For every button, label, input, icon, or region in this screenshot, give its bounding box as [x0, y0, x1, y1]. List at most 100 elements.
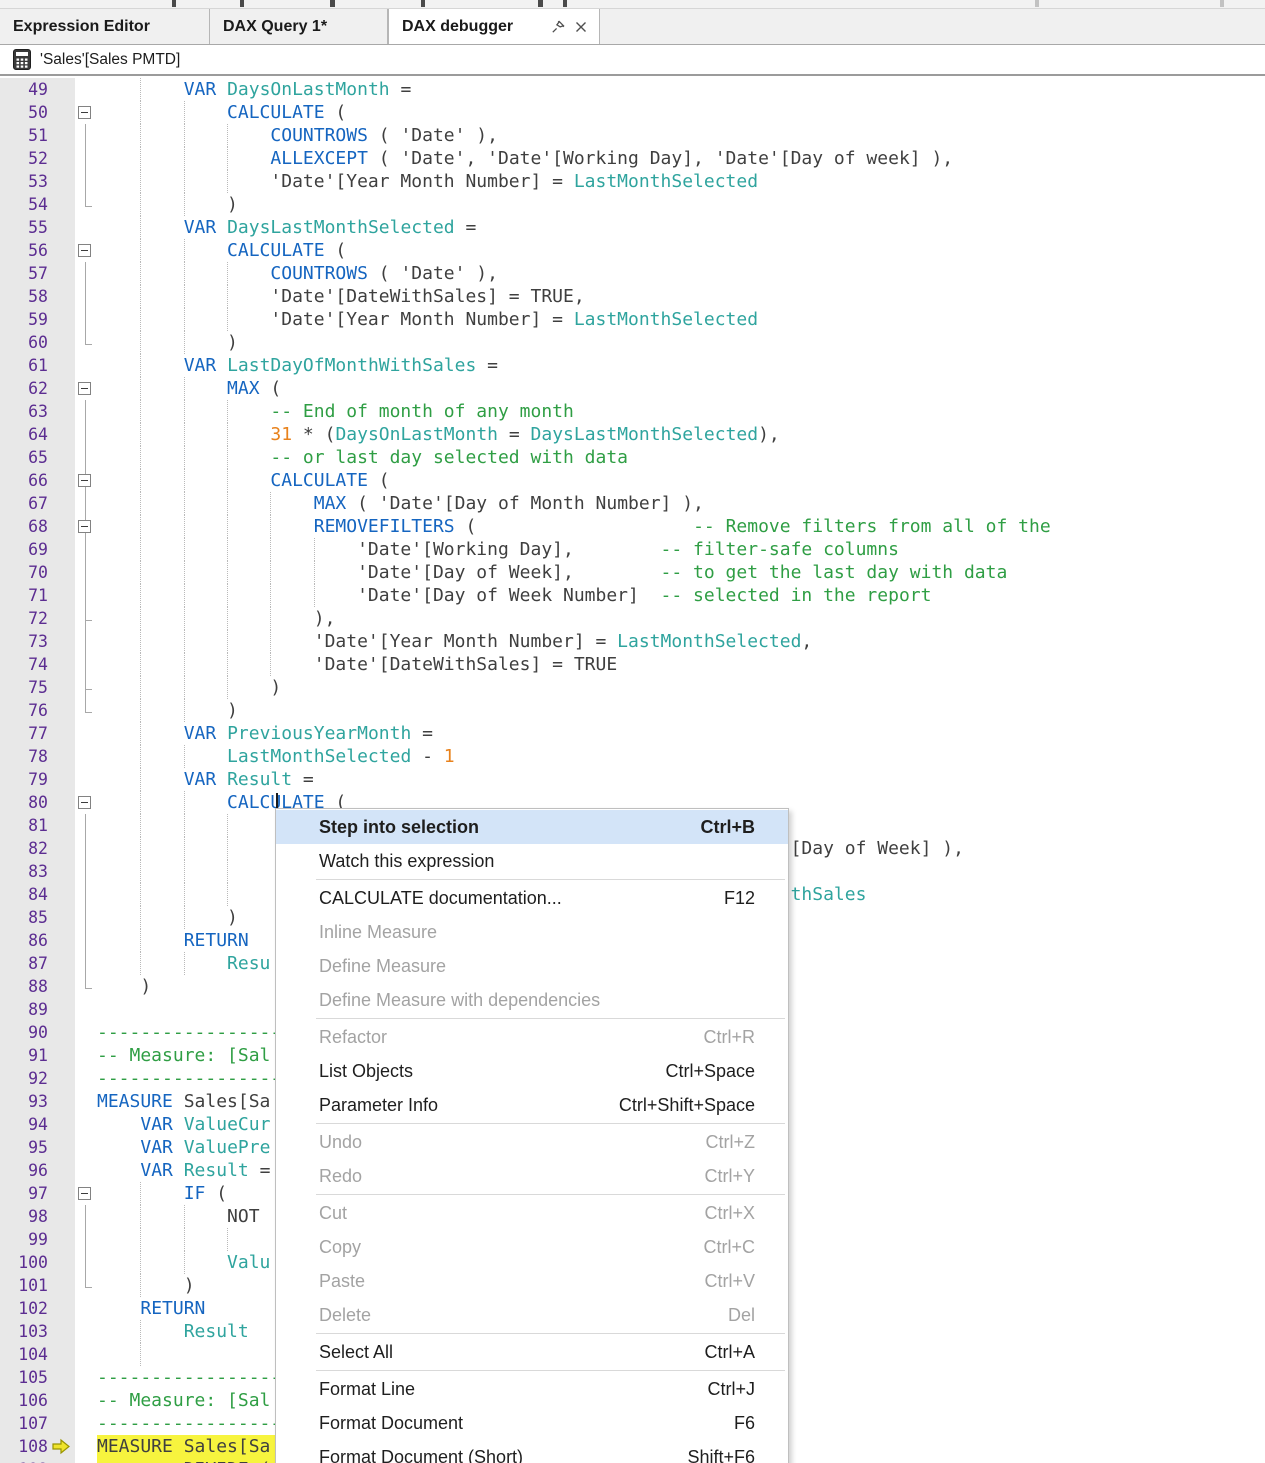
- code-token: thSales: [791, 884, 867, 905]
- menu-item-list-objects[interactable]: List ObjectsCtrl+Space: [276, 1054, 788, 1088]
- fold-margin: [75, 1205, 97, 1228]
- code-line[interactable]: ): [97, 331, 1265, 354]
- menu-item-watch-this-expression[interactable]: Watch this expression: [276, 844, 788, 878]
- code-row: 75 ): [0, 676, 1265, 699]
- line-number: 94: [0, 1113, 75, 1136]
- fold-margin: [75, 1090, 97, 1113]
- code-token: CALCULATE: [270, 470, 368, 491]
- code-line[interactable]: -- or last day selected with data: [97, 446, 1265, 469]
- clipped-toolbar-mark: [172, 0, 176, 7]
- code-line[interactable]: ): [97, 676, 1265, 699]
- line-number: 64: [0, 423, 75, 446]
- code-line[interactable]: 'Date'[Day of Week Number] -- selected i…: [97, 584, 1265, 607]
- line-number: 88: [0, 975, 75, 998]
- code-line[interactable]: -- End of month of any month: [97, 400, 1265, 423]
- pin-icon[interactable]: [550, 19, 566, 35]
- code-line[interactable]: VAR PreviousYearMonth =: [97, 722, 1265, 745]
- fold-margin: [75, 538, 97, 561]
- fold-collapse-box[interactable]: [78, 382, 91, 395]
- fold-margin: [75, 492, 97, 515]
- code-line[interactable]: ),: [97, 607, 1265, 630]
- menu-item-shortcut: Del: [728, 1305, 755, 1326]
- fold-collapse-box[interactable]: [78, 1187, 91, 1200]
- menu-item-parameter-info[interactable]: Parameter InfoCtrl+Shift+Space: [276, 1088, 788, 1122]
- fold-margin: [75, 239, 97, 262]
- code-line[interactable]: CALCULATE (: [97, 469, 1265, 492]
- menu-item-label: Paste: [319, 1271, 365, 1292]
- code-token: DaysOnLastMonth: [335, 424, 498, 445]
- menu-item-step-into-selection[interactable]: Step into selectionCtrl+B: [276, 810, 788, 844]
- clipped-toolbar-mark: [563, 0, 567, 7]
- code-line[interactable]: 'Date'[Working Day], -- filter-safe colu…: [97, 538, 1265, 561]
- menu-item-format-line[interactable]: Format LineCtrl+J: [276, 1372, 788, 1406]
- tab-label: Expression Editor: [13, 18, 150, 36]
- menu-item-shortcut: F6: [734, 1413, 755, 1434]
- indent-guide: [140, 1228, 141, 1251]
- fold-margin: [75, 1458, 97, 1463]
- code-line[interactable]: ALLEXCEPT ( 'Date', 'Date'[Working Day],…: [97, 147, 1265, 170]
- code-line[interactable]: LastMonthSelected - 1: [97, 745, 1265, 768]
- menu-item-format-document[interactable]: Format DocumentF6: [276, 1406, 788, 1440]
- menu-separator: [316, 1333, 785, 1334]
- code-line[interactable]: VAR DaysOnLastMonth =: [97, 78, 1265, 101]
- code-token: [97, 1321, 184, 1342]
- fold-collapse-box[interactable]: [78, 106, 91, 119]
- code-token: (: [455, 516, 693, 537]
- tab-dax-query-1-[interactable]: DAX Query 1*: [210, 9, 388, 44]
- code-line[interactable]: VAR Result =: [97, 768, 1265, 791]
- tab-dax-debugger[interactable]: DAX debugger: [388, 9, 600, 44]
- code-line[interactable]: 'Date'[Year Month Number] = LastMonthSel…: [97, 308, 1265, 331]
- fold-margin: [75, 584, 97, 607]
- code-line[interactable]: MAX (: [97, 377, 1265, 400]
- code-line[interactable]: CALCULATE (: [97, 101, 1265, 124]
- code-token: [216, 723, 227, 744]
- fold-collapse-box[interactable]: [78, 474, 91, 487]
- code-token: -- selected in the report: [661, 585, 932, 606]
- fold-margin: [75, 837, 97, 860]
- menu-item-calculate-documentation-[interactable]: CALCULATE documentation...F12: [276, 881, 788, 915]
- code-line[interactable]: REMOVEFILTERS ( -- Remove filters from a…: [97, 515, 1265, 538]
- clipped-toolbar-mark: [1035, 0, 1039, 7]
- code-token: [97, 217, 184, 238]
- code-line[interactable]: 'Date'[DateWithSales] = TRUE: [97, 653, 1265, 676]
- code-line[interactable]: COUNTROWS ( 'Date' ),: [97, 124, 1265, 147]
- fold-collapse-box[interactable]: [78, 520, 91, 533]
- code-token: [97, 930, 184, 951]
- menu-item-shortcut: Ctrl+Space: [665, 1061, 755, 1082]
- code-line[interactable]: VAR DaysLastMonthSelected =: [97, 216, 1265, 239]
- line-number: 89: [0, 998, 75, 1021]
- code-line[interactable]: 31 * (DaysOnLastMonth = DaysLastMonthSel…: [97, 423, 1265, 446]
- menu-item-format-document-short-[interactable]: Format Document (Short)Shift+F6: [276, 1440, 788, 1463]
- code-line[interactable]: 'Date'[DateWithSales] = TRUE,: [97, 285, 1265, 308]
- fold-collapse-box[interactable]: [78, 796, 91, 809]
- code-line[interactable]: VAR LastDayOfMonthWithSales =: [97, 354, 1265, 377]
- menu-item-label: CALCULATE documentation...: [319, 888, 562, 909]
- code-line[interactable]: COUNTROWS ( 'Date' ),: [97, 262, 1265, 285]
- fold-margin: [75, 1044, 97, 1067]
- fold-margin: [75, 1366, 97, 1389]
- close-icon[interactable]: [573, 19, 589, 35]
- code-line[interactable]: ): [97, 193, 1265, 216]
- code-line[interactable]: CALCULATE (: [97, 239, 1265, 262]
- menu-item-label: Define Measure: [319, 956, 446, 977]
- code-token: -- End of month of any month: [270, 401, 573, 422]
- menu-item-select-all[interactable]: Select AllCtrl+A: [276, 1335, 788, 1369]
- code-line[interactable]: ): [97, 699, 1265, 722]
- fold-collapse-box[interactable]: [78, 244, 91, 257]
- fold-margin: [75, 147, 97, 170]
- code-line[interactable]: 'Date'[Year Month Number] = LastMonthSel…: [97, 630, 1265, 653]
- fold-margin: [75, 814, 97, 837]
- code-token: [97, 79, 184, 100]
- line-number: 103: [0, 1320, 75, 1343]
- menu-item-label: Parameter Info: [319, 1095, 438, 1116]
- line-number: 49: [0, 78, 75, 101]
- code-token: MAX: [227, 378, 260, 399]
- fold-margin: [75, 722, 97, 745]
- tab-expression-editor[interactable]: Expression Editor: [0, 9, 210, 44]
- code-line[interactable]: 'Date'[Year Month Number] = LastMonthSel…: [97, 170, 1265, 193]
- code-token: MAX: [314, 493, 347, 514]
- line-number: 73: [0, 630, 75, 653]
- code-token: [97, 447, 270, 468]
- code-line[interactable]: 'Date'[Day of Week], -- to get the last …: [97, 561, 1265, 584]
- code-line[interactable]: MAX ( 'Date'[Day of Month Number] ),: [97, 492, 1265, 515]
